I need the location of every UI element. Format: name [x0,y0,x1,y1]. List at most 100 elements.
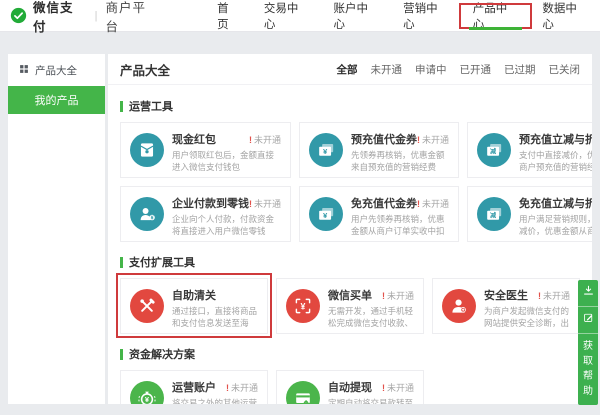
sidebar-group-products[interactable]: 产品大全 [8,54,105,86]
nav-item-1[interactable]: 首页 [205,0,252,31]
main-header: 产品大全 全部未开通申请中已开通已过期已关闭 [108,54,592,85]
nav-item-2[interactable]: 交易中心 [252,0,322,31]
get-help-button[interactable]: 获取帮助 [582,334,594,405]
svg-text:¥: ¥ [151,216,154,222]
auto-withdraw-icon [286,381,320,404]
status-badge: !未开通 [538,289,570,302]
product-description: 定期自动将交易款转至银行账户中 [328,398,414,404]
section-label: 支付扩展工具 [129,254,195,270]
svg-text:¥: ¥ [323,211,328,220]
exclamation-mark: ! [417,135,420,145]
svg-text:¥: ¥ [301,301,306,311]
platform-name: 商户平台 [105,0,159,35]
security-doctor-icon [442,289,476,323]
exclamation-mark: ! [382,291,385,301]
status-filters: 全部未开通申请中已开通已过期已关闭 [337,62,581,77]
sidebar-item-my-products[interactable]: 我的产品 [8,86,105,114]
product-card[interactable]: 减 免充值立减与折扣 !未开通 用户满足营销规则，支付中直接减价，优惠金额从商户… [467,186,592,242]
product-card-wrap: ¥ 运营账户 !未开通 将交易之外的其他运营资金单独管理 [120,370,268,404]
svg-text:减: 减 [490,212,497,220]
card-content: 预充值立减与折扣 !未开通 支付中直接减价，优惠金额来自商户预充值的营销经费 [519,131,592,169]
nav-item-5-annotated[interactable]: 产品中心 [461,0,531,31]
filter-item[interactable]: 已关闭 [549,62,581,77]
status-badge: !未开通 [226,381,258,394]
filter-item[interactable]: 申请中 [415,62,447,77]
status-badge: !未开通 [382,381,414,394]
wechat-bill-icon: ¥ [286,289,320,323]
product-card[interactable]: 安全医生 !未开通 为商户发起微信支付的网站提供安全诊断，出具修复建议 [432,278,580,334]
product-title: 自动提现 [328,379,372,395]
top-navbar: 微信支付 | 商户平台 首页交易中心账户中心营销中心产品中心数据中心 [0,0,600,32]
product-card[interactable]: ¥ 免充值代金券 !未开通 用户先领券再核销，优惠金额从商户订单实收中扣减 [299,186,459,242]
status-text: 未开通 [387,291,414,301]
product-card-wrap: 减 预充值立减与折扣 !未开通 支付中直接减价，优惠金额来自商户预充值的营销经费 [467,122,592,178]
nav-item-6[interactable]: 数据中心 [530,0,600,31]
help-widget: 获取帮助 [578,280,598,405]
page-body: 产品大全 我的产品 产品大全 全部未开通申请中已开通已过期已关闭 运营工具 现金… [0,32,600,404]
card-content: 现金红包 !未开通 用户领取红包后，金额直接进入微信支付钱包 [172,131,281,169]
product-description: 企业向个人付款，付款资金将直接进入用户微信零钱 [172,214,281,238]
edit-help-button[interactable] [578,307,598,334]
section-accent-bar [120,257,123,268]
product-card[interactable]: ¥ 预充值代金券 !未开通 先领券再核销，优惠金额来自预充值的营销经费 [299,122,459,178]
svg-text:¥: ¥ [145,395,150,404]
exclamation-mark: ! [249,199,252,209]
status-badge: !未开通 [249,133,281,146]
product-description: 用户先领券再核销，优惠金额从商户订单实收中扣减 [351,214,449,238]
status-text: 未开通 [231,383,258,393]
product-card-wrap: ¥ 预充值代金券 !未开通 先领券再核销，优惠金额来自预充值的营销经费 [299,122,459,178]
product-title: 免充值代金券 [351,195,417,211]
logo-divider: | [95,10,98,22]
product-title: 运营账户 [172,379,216,395]
product-card-wrap: 自动提现 !未开通 定期自动将交易款转至银行账户中 [276,370,424,404]
product-card[interactable]: ¥ 运营账户 !未开通 将交易之外的其他运营资金单独管理 [120,370,268,404]
product-card[interactable]: ¥ 企业付款到零钱 !未开通 企业向个人付款，付款资金将直接进入用户微信零钱 [120,186,291,242]
filter-item[interactable]: 已开通 [460,62,492,77]
svg-text:减: 减 [490,148,497,156]
product-card[interactable]: 现金红包 !未开通 用户领取红包后，金额直接进入微信支付钱包 [120,122,291,178]
transfer-person-icon: ¥ [130,197,164,231]
product-title: 自助清关 [172,287,216,303]
status-badge: !未开通 [249,197,281,210]
svg-text:¥: ¥ [323,147,328,156]
card-content: 免充值代金券 !未开通 用户先领券再核销，优惠金额从商户订单实收中扣减 [351,195,449,233]
product-card[interactable]: 自动提现 !未开通 定期自动将交易款转至银行账户中 [276,370,424,404]
card-content: 微信买单 !未开通 无需开发，通过手机轻松完成微信支付收款、对账等操作 [328,287,414,325]
product-description: 为商户发起微信支付的网站提供安全诊断，出具修复建议 [484,306,570,330]
product-card-wrap: 自助清关 通过接口，直接将商品和支付信息发送至海关，提高报关效率 [120,278,268,334]
product-card[interactable]: 减 预充值立减与折扣 !未开通 支付中直接减价，优惠金额来自商户预充值的营销经费 [467,122,592,178]
download-help-button[interactable] [578,280,598,307]
coupon-icon: ¥ [309,197,343,231]
card-grid: 自助清关 通过接口，直接将商品和支付信息发送至海关，提高报关效率 ¥ 微信买单 … [120,278,580,334]
product-card[interactable]: 自助清关 通过接口，直接将商品和支付信息发送至海关，提高报关效率 [120,278,268,334]
filter-item[interactable]: 已过期 [504,62,536,77]
filter-item[interactable]: 全部 [337,62,358,77]
card-content: 预充值代金券 !未开通 先领券再核销，优惠金额来自预充值的营销经费 [351,131,449,169]
product-description: 无需开发，通过手机轻松完成微信支付收款、对账等操作 [328,306,414,330]
section-title: 运营工具 [120,98,580,114]
product-section: 运营工具 现金红包 !未开通 用户领取红包后，金额直接进入微信支付钱包 ¥ 预充… [120,98,580,242]
card-content: 自助清关 通过接口，直接将商品和支付信息发送至海关，提高报关效率 [172,287,258,325]
product-title: 安全医生 [484,287,528,303]
product-section: 支付扩展工具 自助清关 通过接口，直接将商品和支付信息发送至海关，提高报关效率 … [120,254,580,334]
product-card[interactable]: ¥ 微信买单 !未开通 无需开发，通过手机轻松完成微信支付收款、对账等操作 [276,278,424,334]
card-content: 企业付款到零钱 !未开通 企业向个人付款，付款资金将直接进入用户微信零钱 [172,195,281,233]
card-content: 安全医生 !未开通 为商户发起微信支付的网站提供安全诊断，出具修复建议 [484,287,570,325]
status-text: 未开通 [254,199,281,209]
wechat-pay-logo[interactable]: 微信支付 | 商户平台 [10,0,159,35]
product-description: 支付中直接减价，优惠金额来自商户预充值的营销经费 [519,150,592,174]
card-grid: 现金红包 !未开通 用户领取红包后，金额直接进入微信支付钱包 ¥ 预充值代金券 … [120,122,580,242]
exclamation-mark: ! [538,291,541,301]
card-grid: ¥ 运营账户 !未开通 将交易之外的其他运营资金单独管理 自动提现 !未开通 定… [120,370,580,404]
product-sections: 运营工具 现金红包 !未开通 用户领取红包后，金额直接进入微信支付钱包 ¥ 预充… [108,85,592,404]
status-text: 未开通 [422,199,449,209]
nav-item-4[interactable]: 营销中心 [391,0,461,31]
product-card-wrap: 现金红包 !未开通 用户领取红包后，金额直接进入微信支付钱包 [120,122,291,178]
filter-item[interactable]: 未开通 [371,62,403,77]
sidebar: 产品大全 我的产品 [8,54,105,404]
page-title: 产品大全 [120,60,170,79]
section-accent-bar [120,101,123,112]
main-panel: 产品大全 全部未开通申请中已开通已过期已关闭 运营工具 现金红包 !未开通 用户… [108,54,592,404]
nav-item-3[interactable]: 账户中心 [322,0,392,31]
card-content: 运营账户 !未开通 将交易之外的其他运营资金单独管理 [172,379,258,404]
